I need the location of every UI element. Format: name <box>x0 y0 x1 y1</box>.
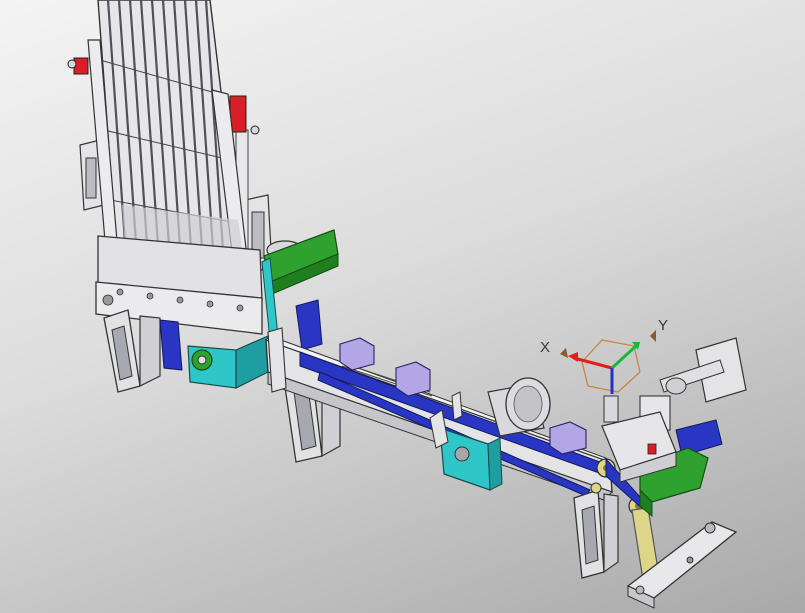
red-clamp-right[interactable] <box>229 95 260 135</box>
drive-motor[interactable] <box>487 377 551 437</box>
cad-viewport[interactable]: X Y <box>0 0 805 613</box>
pneumatic-cylinder[interactable] <box>603 337 747 431</box>
support-leg-right[interactable] <box>573 489 619 579</box>
y-axis-label: Y <box>658 317 668 334</box>
end-roller-3[interactable] <box>590 482 602 494</box>
x-axis-label: X <box>540 339 550 356</box>
cyan-motor-left[interactable] <box>187 335 269 389</box>
lavender-pusher-4[interactable] <box>549 421 587 455</box>
support-leg-left-1[interactable] <box>103 309 161 393</box>
lavender-pusher-2[interactable] <box>395 361 431 397</box>
y-axis-arrow <box>610 344 638 370</box>
x-axis-arrow <box>573 356 613 370</box>
coordinate-triad: X Y <box>540 317 668 394</box>
lavender-pusher-1[interactable] <box>339 337 375 371</box>
assembly-model[interactable]: X Y <box>0 0 805 613</box>
red-clamp-left[interactable] <box>67 57 89 75</box>
